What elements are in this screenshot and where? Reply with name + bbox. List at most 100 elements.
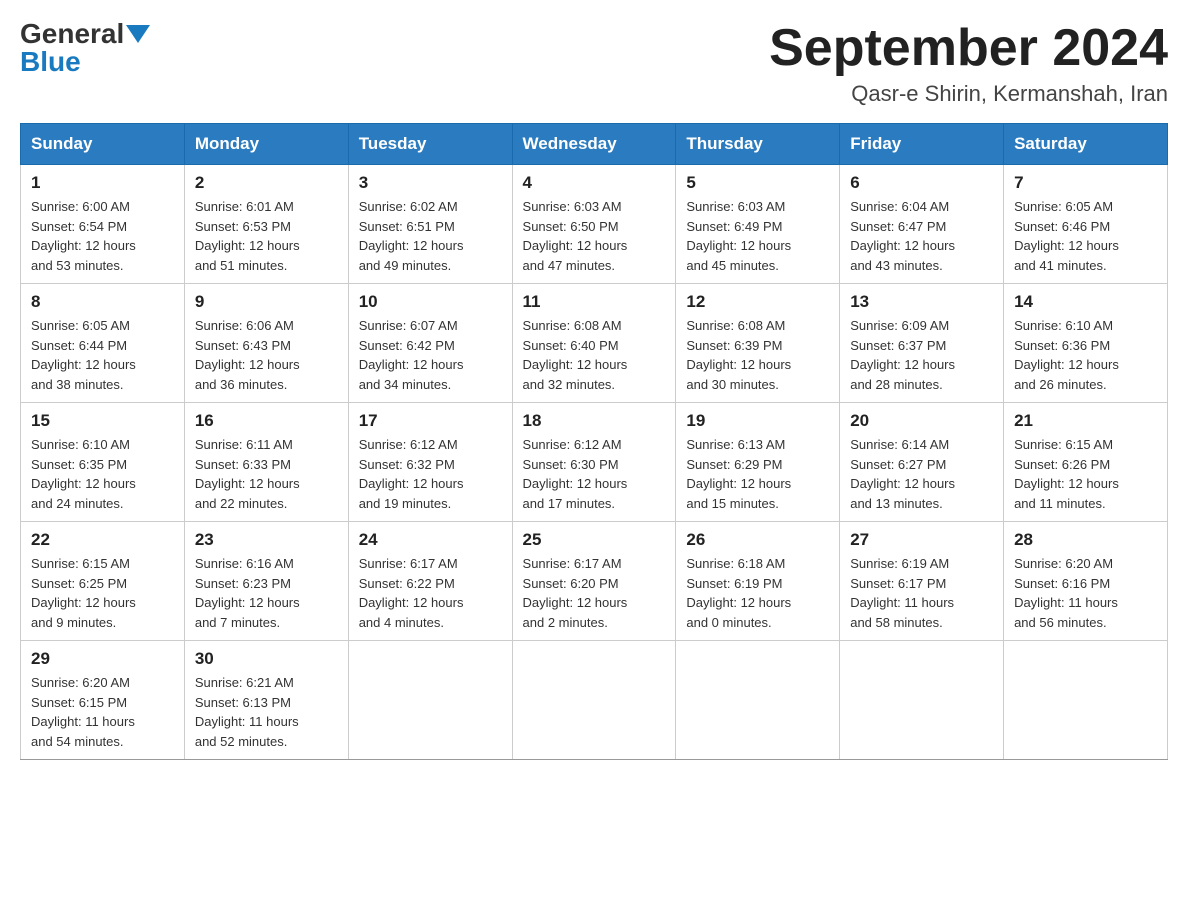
day-info: Sunrise: 6:02 AMSunset: 6:51 PMDaylight:… <box>359 197 502 275</box>
day-number: 7 <box>1014 173 1157 193</box>
calendar-day-cell: 25 Sunrise: 6:17 AMSunset: 6:20 PMDayligh… <box>512 522 676 641</box>
day-number: 5 <box>686 173 829 193</box>
calendar-week-row: 1Sunrise: 6:00 AMSunset: 6:54 PMDaylight… <box>21 165 1168 284</box>
day-number: 15 <box>31 411 174 431</box>
calendar-day-cell: 30 Sunrise: 6:21 AMSunset: 6:13 PMDayligh… <box>184 641 348 760</box>
day-number: 19 <box>686 411 829 431</box>
day-number: 22 <box>31 530 174 550</box>
day-number: 8 <box>31 292 174 312</box>
day-number: 18 <box>523 411 666 431</box>
calendar-week-row: 8 Sunrise: 6:05 AMSunset: 6:44 PMDaylight… <box>21 284 1168 403</box>
day-info: Sunrise: 6:21 AMSunset: 6:13 PMDaylight:… <box>195 673 338 751</box>
calendar-day-cell: 12 Sunrise: 6:08 AMSunset: 6:39 PMDayligh… <box>676 284 840 403</box>
day-number: 24 <box>359 530 502 550</box>
day-number: 27 <box>850 530 993 550</box>
calendar-day-cell: 29 Sunrise: 6:20 AMSunset: 6:15 PMDayligh… <box>21 641 185 760</box>
calendar-day-cell: 16 Sunrise: 6:11 AMSunset: 6:33 PMDayligh… <box>184 403 348 522</box>
calendar-day-cell: 20 Sunrise: 6:14 AMSunset: 6:27 PMDayligh… <box>840 403 1004 522</box>
weekday-header-cell: Wednesday <box>512 124 676 165</box>
calendar-day-cell: 3 Sunrise: 6:02 AMSunset: 6:51 PMDaylight… <box>348 165 512 284</box>
calendar-day-cell: 22 Sunrise: 6:15 AMSunset: 6:25 PMDayligh… <box>21 522 185 641</box>
calendar-day-cell: 2Sunrise: 6:01 AMSunset: 6:53 PMDaylight… <box>184 165 348 284</box>
day-number: 16 <box>195 411 338 431</box>
day-info: Sunrise: 6:14 AMSunset: 6:27 PMDaylight:… <box>850 435 993 513</box>
calendar-body: 1Sunrise: 6:00 AMSunset: 6:54 PMDaylight… <box>21 165 1168 760</box>
day-info: Sunrise: 6:10 AMSunset: 6:35 PMDaylight:… <box>31 435 174 513</box>
day-number: 6 <box>850 173 993 193</box>
day-info: Sunrise: 6:19 AMSunset: 6:17 PMDaylight:… <box>850 554 993 632</box>
calendar-day-cell: 27 Sunrise: 6:19 AMSunset: 6:17 PMDayligh… <box>840 522 1004 641</box>
title-area: September 2024 Qasr-e Shirin, Kermanshah… <box>769 20 1168 107</box>
page-header: General Blue September 2024 Qasr-e Shiri… <box>20 20 1168 107</box>
calendar-day-cell <box>1004 641 1168 760</box>
day-info: Sunrise: 6:03 AMSunset: 6:49 PMDaylight:… <box>686 197 829 275</box>
day-number: 9 <box>195 292 338 312</box>
day-info: Sunrise: 6:05 AMSunset: 6:44 PMDaylight:… <box>31 316 174 394</box>
day-number: 10 <box>359 292 502 312</box>
location-title: Qasr-e Shirin, Kermanshah, Iran <box>769 81 1168 107</box>
day-info: Sunrise: 6:08 AMSunset: 6:39 PMDaylight:… <box>686 316 829 394</box>
day-info: Sunrise: 6:15 AMSunset: 6:26 PMDaylight:… <box>1014 435 1157 513</box>
calendar-day-cell: 28 Sunrise: 6:20 AMSunset: 6:16 PMDayligh… <box>1004 522 1168 641</box>
day-number: 28 <box>1014 530 1157 550</box>
day-number: 3 <box>359 173 502 193</box>
weekday-header-cell: Sunday <box>21 124 185 165</box>
day-number: 13 <box>850 292 993 312</box>
logo-general-text: General <box>20 20 124 48</box>
day-number: 29 <box>31 649 174 669</box>
calendar-day-cell <box>348 641 512 760</box>
weekday-header-cell: Thursday <box>676 124 840 165</box>
day-info: Sunrise: 6:12 AMSunset: 6:32 PMDaylight:… <box>359 435 502 513</box>
calendar-day-cell: 17 Sunrise: 6:12 AMSunset: 6:32 PMDayligh… <box>348 403 512 522</box>
day-number: 25 <box>523 530 666 550</box>
day-info: Sunrise: 6:08 AMSunset: 6:40 PMDaylight:… <box>523 316 666 394</box>
day-number: 30 <box>195 649 338 669</box>
day-info: Sunrise: 6:09 AMSunset: 6:37 PMDaylight:… <box>850 316 993 394</box>
calendar-day-cell: 1Sunrise: 6:00 AMSunset: 6:54 PMDaylight… <box>21 165 185 284</box>
calendar-day-cell: 21Sunrise: 6:15 AMSunset: 6:26 PMDayligh… <box>1004 403 1168 522</box>
day-info: Sunrise: 6:00 AMSunset: 6:54 PMDaylight:… <box>31 197 174 275</box>
month-title: September 2024 <box>769 20 1168 77</box>
calendar-day-cell: 9 Sunrise: 6:06 AMSunset: 6:43 PMDaylight… <box>184 284 348 403</box>
day-info: Sunrise: 6:06 AMSunset: 6:43 PMDaylight:… <box>195 316 338 394</box>
day-info: Sunrise: 6:10 AMSunset: 6:36 PMDaylight:… <box>1014 316 1157 394</box>
calendar-day-cell: 19 Sunrise: 6:13 AMSunset: 6:29 PMDayligh… <box>676 403 840 522</box>
calendar-week-row: 15 Sunrise: 6:10 AMSunset: 6:35 PMDayligh… <box>21 403 1168 522</box>
day-number: 14 <box>1014 292 1157 312</box>
day-info: Sunrise: 6:13 AMSunset: 6:29 PMDaylight:… <box>686 435 829 513</box>
calendar-day-cell <box>676 641 840 760</box>
calendar-day-cell: 18 Sunrise: 6:12 AMSunset: 6:30 PMDayligh… <box>512 403 676 522</box>
day-info: Sunrise: 6:18 AMSunset: 6:19 PMDaylight:… <box>686 554 829 632</box>
day-number: 23 <box>195 530 338 550</box>
calendar-week-row: 22 Sunrise: 6:15 AMSunset: 6:25 PMDayligh… <box>21 522 1168 641</box>
day-info: Sunrise: 6:04 AMSunset: 6:47 PMDaylight:… <box>850 197 993 275</box>
day-info: Sunrise: 6:11 AMSunset: 6:33 PMDaylight:… <box>195 435 338 513</box>
day-info: Sunrise: 6:12 AMSunset: 6:30 PMDaylight:… <box>523 435 666 513</box>
calendar-day-cell: 23 Sunrise: 6:16 AMSunset: 6:23 PMDayligh… <box>184 522 348 641</box>
day-info: Sunrise: 6:16 AMSunset: 6:23 PMDaylight:… <box>195 554 338 632</box>
calendar-day-cell: 15 Sunrise: 6:10 AMSunset: 6:35 PMDayligh… <box>21 403 185 522</box>
calendar-day-cell: 5 Sunrise: 6:03 AMSunset: 6:49 PMDaylight… <box>676 165 840 284</box>
day-number: 12 <box>686 292 829 312</box>
day-info: Sunrise: 6:15 AMSunset: 6:25 PMDaylight:… <box>31 554 174 632</box>
calendar-day-cell <box>840 641 1004 760</box>
calendar-day-cell: 13 Sunrise: 6:09 AMSunset: 6:37 PMDayligh… <box>840 284 1004 403</box>
logo-triangle-icon <box>126 25 150 43</box>
weekday-header-row: SundayMondayTuesdayWednesdayThursdayFrid… <box>21 124 1168 165</box>
day-number: 17 <box>359 411 502 431</box>
calendar-week-row: 29 Sunrise: 6:20 AMSunset: 6:15 PMDayligh… <box>21 641 1168 760</box>
day-info: Sunrise: 6:03 AMSunset: 6:50 PMDaylight:… <box>523 197 666 275</box>
day-number: 20 <box>850 411 993 431</box>
day-info: Sunrise: 6:20 AMSunset: 6:15 PMDaylight:… <box>31 673 174 751</box>
calendar-day-cell: 8 Sunrise: 6:05 AMSunset: 6:44 PMDaylight… <box>21 284 185 403</box>
day-info: Sunrise: 6:20 AMSunset: 6:16 PMDaylight:… <box>1014 554 1157 632</box>
weekday-header-cell: Monday <box>184 124 348 165</box>
calendar-day-cell: 24Sunrise: 6:17 AMSunset: 6:22 PMDayligh… <box>348 522 512 641</box>
day-info: Sunrise: 6:17 AMSunset: 6:20 PMDaylight:… <box>523 554 666 632</box>
calendar-day-cell: 4 Sunrise: 6:03 AMSunset: 6:50 PMDaylight… <box>512 165 676 284</box>
calendar-day-cell <box>512 641 676 760</box>
day-number: 4 <box>523 173 666 193</box>
weekday-header-cell: Saturday <box>1004 124 1168 165</box>
logo: General Blue <box>20 20 150 76</box>
calendar-day-cell: 10Sunrise: 6:07 AMSunset: 6:42 PMDayligh… <box>348 284 512 403</box>
